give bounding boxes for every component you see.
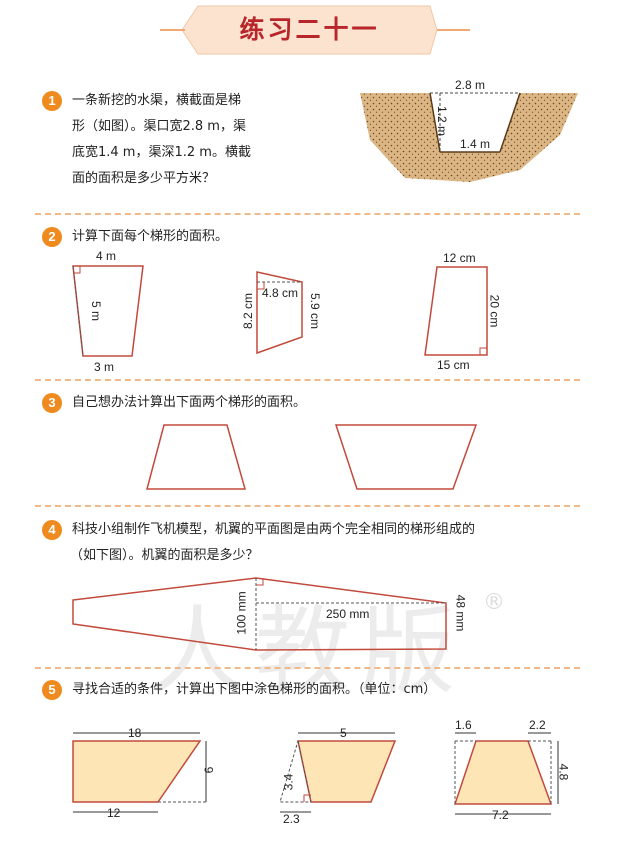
registered-mark: ® xyxy=(483,590,505,615)
question-number-3: 3 xyxy=(42,393,62,413)
t3-height: 20 cm xyxy=(487,294,502,328)
f1-height: 9 xyxy=(201,766,216,774)
f3-height: 4.8 xyxy=(556,763,571,781)
t1-height: 5 m xyxy=(89,300,104,322)
page-title: 练习二十一 xyxy=(239,15,380,44)
q4-line-1: 科技小组制作飞机模型，机翼的平面图是由两个完全相同的梯形组成的 xyxy=(72,522,476,537)
f3-left: 1.6 xyxy=(455,718,472,732)
q1-depth: 1.2 m xyxy=(435,105,450,137)
t2-width: 4.8 cm xyxy=(262,286,299,300)
t2-left: 8.2 cm xyxy=(241,292,256,330)
q1-bottom-width: 1.4 m xyxy=(460,137,491,151)
divider xyxy=(35,505,580,507)
t3-top: 12 cm xyxy=(443,251,476,265)
t3-bottom: 15 cm xyxy=(437,358,470,372)
q4-end: 48 mm xyxy=(453,594,468,632)
q1-text: 一条新挖的水渠，横截面是梯 形（如图）。渠口宽2.8 m，渠 底宽1.4 m，渠… xyxy=(72,88,332,192)
t2-right: 5.9 cm xyxy=(308,292,323,330)
divider xyxy=(35,213,580,215)
question-number-2: 2 xyxy=(42,227,62,247)
q1-top-width: 2.8 m xyxy=(455,78,486,92)
q5-text: 寻找合适的条件，计算出下图中涂色梯形的面积。（单位：cm） xyxy=(72,682,437,697)
f1-bottom: 12 xyxy=(107,806,121,820)
f3-right: 2.2 xyxy=(529,718,546,732)
q2-text: 计算下面每个梯形的面积。 xyxy=(72,229,229,244)
question-number-4: 4 xyxy=(42,520,62,540)
t1-top: 4 m xyxy=(96,249,117,263)
q1-line-3: 底宽1.4 m，渠深1.2 m。横截 xyxy=(72,145,251,160)
f2-top: 5 xyxy=(340,726,347,740)
q4-line-2: （如下图）。机翼的面积是多少？ xyxy=(70,548,259,563)
q4-height: 100 mm xyxy=(234,591,249,635)
t1-bottom: 3 m xyxy=(94,360,115,374)
q4-width: 250 mm xyxy=(326,607,370,621)
q3-text: 自己想办法计算出下面两个梯形的面积。 xyxy=(72,395,307,410)
question-number-5: 5 xyxy=(42,680,62,700)
q1-line-1: 一条新挖的水渠，横截面是梯 xyxy=(72,93,242,108)
divider xyxy=(35,667,580,669)
divider xyxy=(35,379,580,381)
f3-bottom: 7.2 xyxy=(492,808,509,822)
question-number-1: 1 xyxy=(42,91,62,111)
q1-line-4: 面的面积是多少平方米？ xyxy=(72,171,216,186)
f2-base: 2.3 xyxy=(283,812,300,826)
q1-line-2: 形（如图）。渠口宽2.8 m，渠 xyxy=(72,119,246,134)
f2-height: 3.4 xyxy=(281,773,296,791)
f1-top: 18 xyxy=(128,726,142,740)
